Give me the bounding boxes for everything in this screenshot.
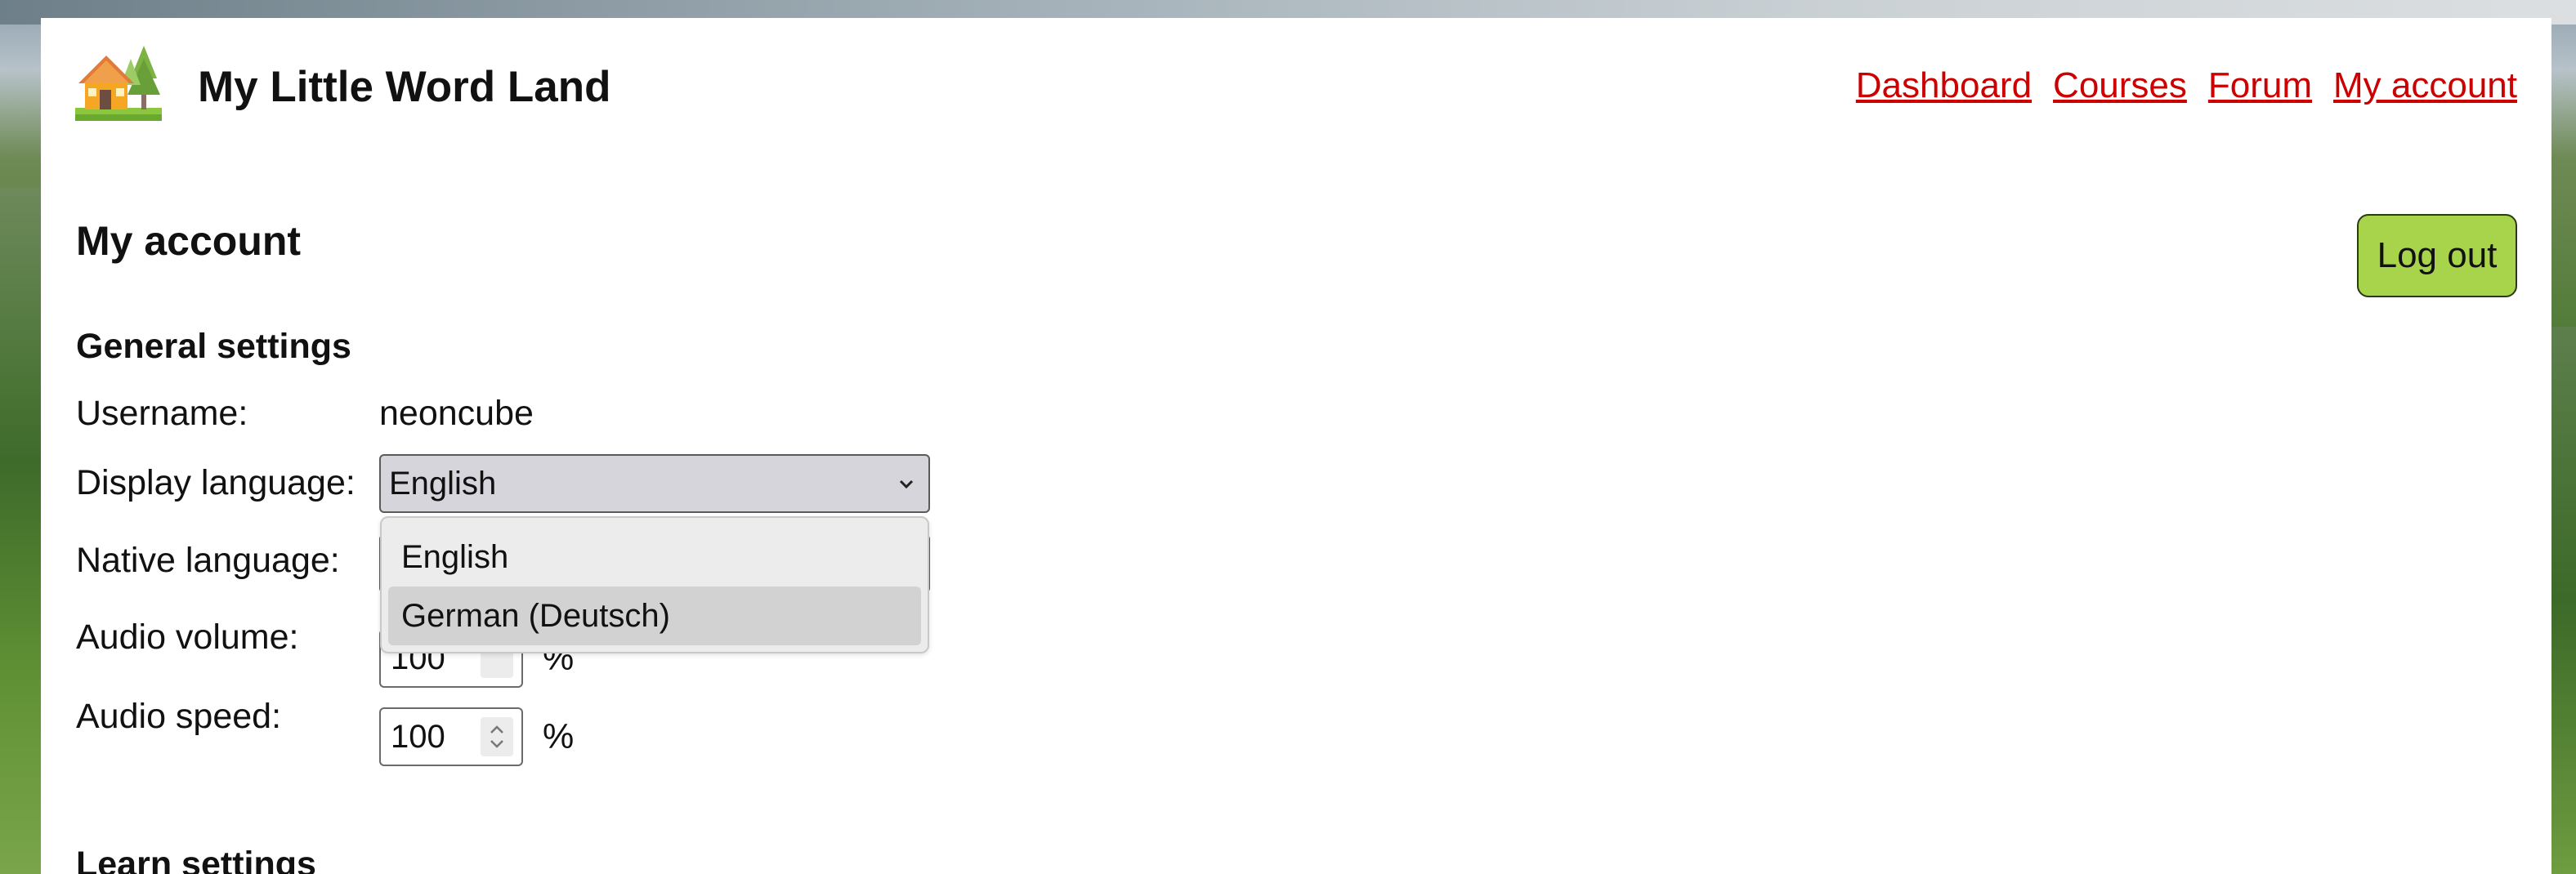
nav-link-my-account[interactable]: My account xyxy=(2333,65,2517,106)
audio-speed-stepper[interactable] xyxy=(481,717,513,756)
display-language-select[interactable]: English xyxy=(379,454,930,513)
site-title: My Little Word Land xyxy=(198,63,611,111)
logout-button[interactable]: Log out xyxy=(2357,214,2517,297)
general-settings-heading: General settings xyxy=(76,327,351,366)
username-value: neoncube xyxy=(379,394,534,433)
learn-settings-heading: Learn settings xyxy=(76,845,316,874)
house-trees-logo-icon[interactable] xyxy=(75,42,162,124)
audio-volume-label: Audio volume: xyxy=(76,618,299,657)
audio-speed-input[interactable]: 100 xyxy=(379,707,523,766)
nav-link-dashboard[interactable]: Dashboard xyxy=(1856,65,2032,106)
dropdown-option-english[interactable]: English xyxy=(388,528,921,586)
top-navigation: Dashboard Courses Forum My account xyxy=(1856,65,2517,106)
display-language-selected-value: English xyxy=(389,465,497,502)
display-language-dropdown: English German (Deutsch) xyxy=(380,516,929,653)
nav-link-forum[interactable]: Forum xyxy=(2208,65,2312,106)
chevron-down-icon xyxy=(899,479,914,489)
audio-speed-label: Audio speed: xyxy=(76,697,282,736)
page-title: My account xyxy=(76,218,302,264)
native-language-label: Native language: xyxy=(76,541,340,580)
username-label: Username: xyxy=(76,394,248,433)
nav-link-courses[interactable]: Courses xyxy=(2053,65,2187,106)
audio-speed-unit: % xyxy=(543,717,575,756)
dropdown-option-german[interactable]: German (Deutsch) xyxy=(388,586,921,645)
display-language-label: Display language: xyxy=(76,463,356,502)
audio-speed-value: 100 xyxy=(391,718,445,755)
main-panel: My Little Word Land Dashboard Courses Fo… xyxy=(41,18,2551,874)
spinner-arrows-icon xyxy=(490,725,503,748)
